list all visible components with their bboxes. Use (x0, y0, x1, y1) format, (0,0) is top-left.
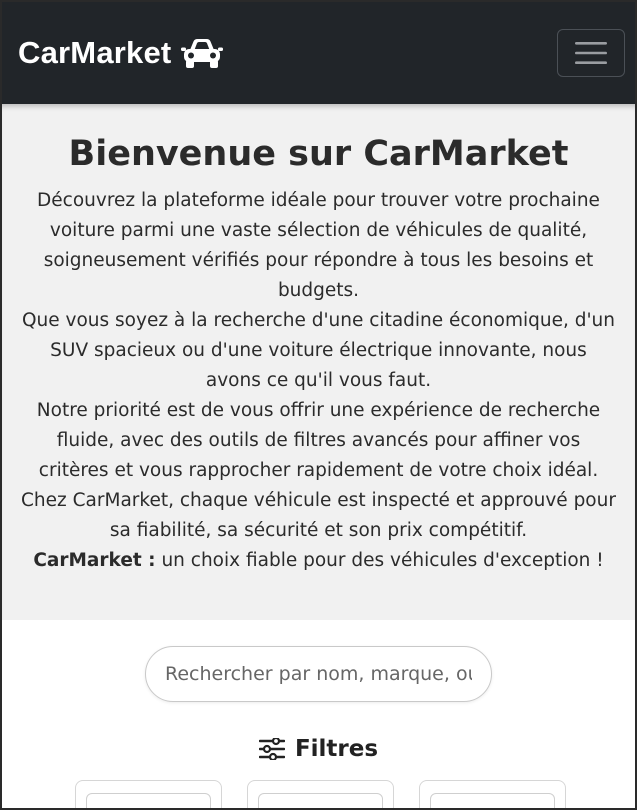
navbar-toggle-button[interactable] (557, 29, 625, 77)
page-title: Bienvenue sur CarMarket (68, 134, 569, 174)
search-input[interactable] (145, 646, 492, 702)
tagline-text: un choix fiable pour des véhicules d'exc… (155, 550, 604, 571)
quality-paragraph: Chez CarMarket, chaque véhicule est insp… (21, 490, 616, 541)
priority-paragraph: Notre priorité est de vous offrir une ex… (36, 400, 601, 481)
filter-select[interactable] (430, 793, 555, 808)
filter-card (247, 780, 394, 808)
filters-title: Filtres (294, 736, 379, 762)
car-icon (181, 39, 224, 68)
welcome-section: Bienvenue sur CarMarket Découvrez la pla… (2, 104, 635, 620)
offer-paragraph: Que vous soyez à la recherche d'une cita… (21, 310, 615, 391)
navbar: CarMarket (2, 2, 635, 104)
filter-card (419, 780, 566, 808)
filter-select[interactable] (258, 793, 383, 808)
filter-card (75, 780, 222, 808)
brand-link[interactable]: CarMarket (18, 35, 224, 71)
brand-name: CarMarket (18, 35, 172, 70)
filter-select[interactable] (86, 793, 211, 808)
filters-heading: Filtres (2, 736, 635, 762)
intro-paragraph: Découvrez la plateforme idéale pour trou… (37, 190, 600, 301)
hamburger-menu-icon (575, 42, 607, 64)
search-container (2, 646, 635, 702)
tagline: CarMarket : un choix fiable pour des véh… (20, 546, 617, 576)
tagline-brand: CarMarket : (33, 550, 156, 571)
page-frame: CarMarket Bienvenue sur CarMarket Découv… (0, 0, 637, 810)
sliders-icon (258, 738, 285, 760)
